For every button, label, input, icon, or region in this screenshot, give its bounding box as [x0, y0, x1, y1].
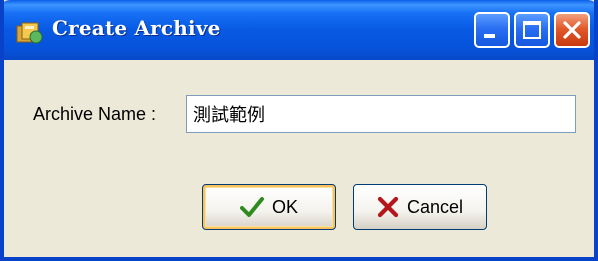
maximize-button[interactable]	[514, 12, 550, 48]
archive-name-input[interactable]	[186, 95, 576, 133]
x-icon	[377, 196, 399, 218]
maximize-icon	[523, 21, 541, 39]
checkmark-icon	[239, 197, 264, 217]
minimize-icon	[484, 34, 495, 38]
archive-name-label: Archive Name :	[33, 104, 157, 124]
ok-label: OK	[271, 196, 298, 217]
cancel-button[interactable]: Cancel	[353, 184, 487, 230]
close-icon	[563, 21, 581, 39]
minimize-button[interactable]	[474, 12, 510, 48]
ok-button[interactable]: OK	[202, 184, 336, 230]
create-archive-dialog: Create Archive Archive Name : OK	[0, 0, 598, 261]
cancel-label: Cancel	[406, 196, 464, 217]
window-title: Create Archive	[52, 16, 221, 40]
title-bar[interactable]: Create Archive	[4, 0, 594, 60]
close-button[interactable]	[554, 12, 590, 48]
archive-app-icon	[16, 22, 43, 44]
